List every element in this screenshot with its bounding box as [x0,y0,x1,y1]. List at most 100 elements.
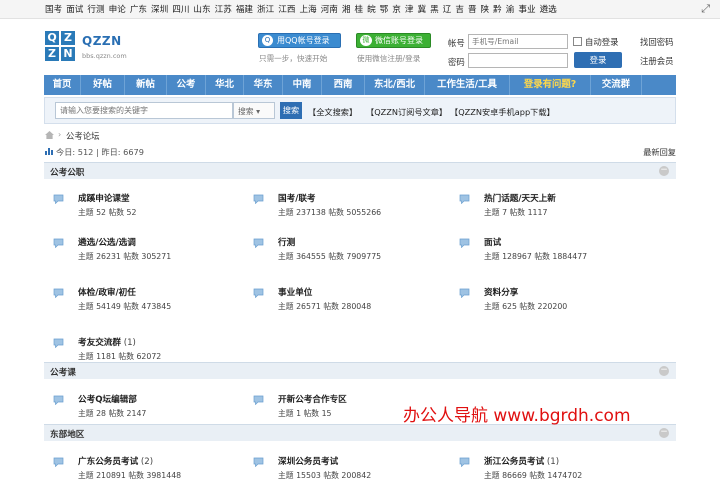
section-header[interactable]: 东部地区 − [44,424,676,441]
region-link[interactable]: 皖 [367,3,376,15]
nav-item[interactable]: 交流群 [591,75,642,95]
region-link[interactable]: 福建 [236,3,253,15]
forum-name[interactable]: 深圳公务员考试 [278,455,338,467]
find-password-link[interactable]: 找回密码 [640,36,674,48]
forum-name[interactable]: 热门话题/天天上新 [484,192,556,204]
forum-title[interactable]: 面试 [484,238,501,248]
nav-item[interactable]: 工作生活/工具 [425,75,510,95]
forum-name[interactable]: 面试 [484,236,501,248]
region-link[interactable]: 事业 [518,3,535,15]
forum-name[interactable]: 成蹊申论课堂 [78,192,130,204]
region-link[interactable]: 遴选 [540,3,557,15]
section-title[interactable]: 公考课 [50,366,76,378]
forum-title[interactable]: 行测 [278,238,295,248]
expand-icon[interactable]: ⤢ [701,2,710,16]
site-logo-icon[interactable]: Q Z Z N [45,31,75,61]
auto-login-label[interactable]: 自动登录 [585,36,619,48]
region-link[interactable]: 湘 [342,3,351,15]
region-link[interactable]: 江西 [278,3,295,15]
forum-title[interactable]: 热门话题/天天上新 [484,194,556,204]
nav-item[interactable]: 华东 [244,75,283,95]
auto-login-checkbox[interactable] [573,37,582,46]
region-link[interactable]: 深圳 [151,3,168,15]
nav-item[interactable]: 首页 [44,75,81,95]
register-link[interactable]: 注册会员 [640,55,674,67]
region-link[interactable]: 申论 [109,3,126,15]
nav-item[interactable]: 公考 [167,75,206,95]
region-link[interactable]: 辽 [443,3,452,15]
forum-title[interactable]: 体检/政审/初任 [78,288,136,298]
account-input[interactable] [468,34,568,49]
region-link[interactable]: 陕 [481,3,490,15]
region-link[interactable]: 浙江 [257,3,274,15]
region-link[interactable]: 桂 [354,3,363,15]
forum-name[interactable]: 开新公考合作专区 [278,393,347,405]
region-link[interactable]: 上海 [299,3,316,15]
nav-item[interactable]: 登录有问题? [510,75,591,95]
section-title[interactable]: 公考公职 [50,166,84,178]
search-button[interactable]: 搜索 [280,102,302,119]
section-header[interactable]: 公考课 − [44,362,676,379]
region-link[interactable]: 黔 [493,3,502,15]
collapse-icon[interactable]: − [659,428,669,438]
forum-title[interactable]: 国考/联考 [278,194,316,204]
region-link[interactable]: 面试 [66,3,83,15]
region-link[interactable]: 山东 [193,3,210,15]
nav-item[interactable]: 好帖 [81,75,125,95]
region-link[interactable]: 冀 [418,3,427,15]
nav-item[interactable]: 西南 [322,75,365,95]
forum-title[interactable]: 广东公务员考试 [78,457,138,467]
section-header[interactable]: 公考公职 − [44,162,676,179]
region-link[interactable]: 广东 [130,3,147,15]
forum-title[interactable]: 开新公考合作专区 [278,395,347,405]
forum-name[interactable]: 遴选/公选/选调 [78,236,136,248]
nav-item[interactable]: 华北 [206,75,244,95]
forum-title[interactable]: 公考Q坛编辑部 [78,395,137,405]
forum-title[interactable]: 深圳公务员考试 [278,457,338,467]
region-link[interactable]: 晋 [468,3,477,15]
fulltext-search-link[interactable]: 【全文搜索】 [308,106,357,118]
wechat-login-button[interactable]: 微 微信账号登录 [356,33,431,48]
region-link[interactable]: 吉 [455,3,464,15]
region-link[interactable]: 国考 [45,3,62,15]
forum-name[interactable]: 考友交流群 (1) [78,336,136,348]
region-link[interactable]: 津 [405,3,414,15]
forum-title[interactable]: 成蹊申论课堂 [78,194,130,204]
latest-replies-link[interactable]: 最新回复 [643,146,676,158]
qq-login-button[interactable]: Q 用QQ帐号登录 [258,33,341,48]
forum-name[interactable]: 体检/政审/初任 [78,286,136,298]
region-link[interactable]: 鄂 [380,3,389,15]
forum-name[interactable]: 浙江公务员考试 (1) [484,455,559,467]
forum-name[interactable]: 行测 [278,236,295,248]
nav-item[interactable]: 中南 [283,75,322,95]
collapse-icon[interactable]: − [659,166,669,176]
collapse-icon[interactable]: − [659,366,669,376]
breadcrumb-current[interactable]: 公考论坛 [66,130,100,142]
site-name[interactable]: QZZN [82,34,122,48]
forum-name[interactable]: 广东公务员考试 (2) [78,455,153,467]
forum-name[interactable]: 资料分享 [484,286,518,298]
forum-title[interactable]: 考友交流群 [78,338,121,348]
region-link[interactable]: 行测 [87,3,104,15]
password-input[interactable] [468,53,568,68]
region-link[interactable]: 河南 [321,3,338,15]
forum-title[interactable]: 浙江公务员考试 [484,457,544,467]
forum-title[interactable]: 资料分享 [484,288,518,298]
forum-title[interactable]: 事业单位 [278,288,312,298]
nav-item[interactable]: 新帖 [125,75,167,95]
android-app-link[interactable]: 【QZZN安卓手机app下载】 [450,106,555,118]
region-link[interactable]: 京 [392,3,401,15]
subscription-articles-link[interactable]: 【QZZN订阅号文章】 [366,106,447,118]
nav-item[interactable]: 东北/西北 [365,75,425,95]
section-title[interactable]: 东部地区 [50,428,84,440]
region-link[interactable]: 四川 [172,3,189,15]
forum-title[interactable]: 遴选/公选/选调 [78,238,136,248]
region-link[interactable]: 江苏 [215,3,232,15]
region-link[interactable]: 黑 [430,3,439,15]
forum-name[interactable]: 公考Q坛编辑部 [78,393,137,405]
forum-name[interactable]: 事业单位 [278,286,312,298]
login-button[interactable]: 登录 [574,52,622,68]
home-icon[interactable] [45,131,54,139]
search-scope-select[interactable]: 搜索 ▾ [233,102,275,119]
forum-name[interactable]: 国考/联考 [278,192,316,204]
